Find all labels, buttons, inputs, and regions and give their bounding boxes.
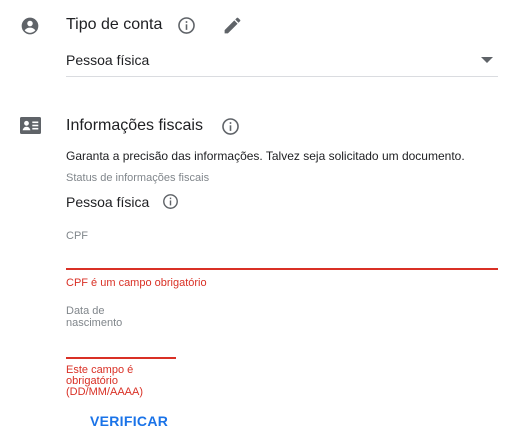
account-type-selected-value: Pessoa física [66,52,150,68]
account-type-title: Tipo de conta [66,16,163,33]
cpf-error-underline [66,268,498,270]
info-icon[interactable] [177,16,196,35]
select-underline [66,76,498,77]
birth-date-label-line2: nascimento [66,317,123,329]
tax-account-form: Tipo de conta Pessoa física Informações … [0,0,515,443]
birth-date-error-line3: (DD/MM/AAAA) [66,386,143,398]
info-icon[interactable] [221,117,240,136]
tax-info-title: Informações fiscais [66,117,203,134]
verify-button[interactable]: VERIFICAR [90,413,168,429]
cpf-input[interactable] [66,248,498,266]
tax-status-value: Pessoa física [66,194,150,210]
birth-date-error-underline [66,357,176,359]
birth-date-label-line1: Data de [66,305,105,317]
account-type-select[interactable]: Pessoa física [66,48,498,78]
id-card-icon [20,117,41,134]
dropdown-arrow-icon [480,56,494,64]
account-circle-icon [20,16,40,36]
pencil-icon[interactable] [222,15,243,36]
birth-date-label: Data de nascimento [66,305,122,329]
cpf-error-message: CPF é um campo obrigatório [66,277,207,289]
birth-date-input[interactable] [66,336,176,354]
tax-status-label: Status de informações fiscais [66,172,210,184]
cpf-label: CPF [66,230,88,242]
birth-date-error-message: Este campo é obrigatório (DD/MM/AAAA) [66,365,143,398]
info-icon[interactable] [162,193,179,210]
tax-info-description: Garanta a precisão das informações. Talv… [66,149,465,163]
